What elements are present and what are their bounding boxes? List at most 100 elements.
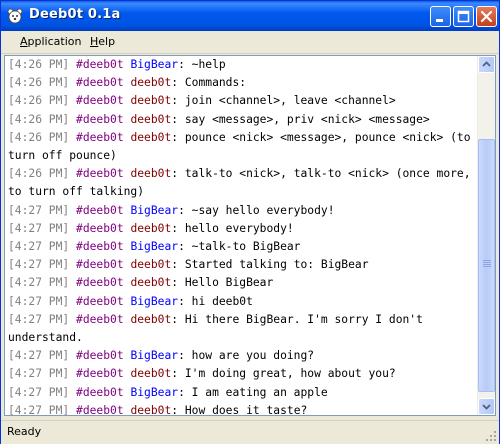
chat-timestamp: [4:26 PM] (8, 58, 70, 71)
chat-line: [4:26 PM] #deeb0t deeb0t: say <message>,… (8, 111, 476, 129)
chat-message: : say <message>, priv <nick> <message> (171, 112, 430, 126)
chat-message: : ~talk-to BigBear (178, 240, 301, 254)
chat-line: [4:26 PM] #deeb0t deeb0t: join <channel>… (8, 92, 476, 110)
chat-channel: #deeb0t (76, 167, 124, 181)
chat-message: : hello everybody! (171, 221, 294, 235)
chat-timestamp: [4:27 PM] (8, 258, 70, 272)
maximize-icon (457, 10, 470, 23)
chat-channel: #deeb0t (76, 221, 124, 235)
chat-log: [4:26 PM] #deeb0t BigBear: ~help [4:26 PM… (8, 56, 476, 416)
bear-face-icon (7, 8, 23, 24)
chat-nick: deeb0t (130, 112, 172, 126)
chat-timestamp: [4:26 PM] (8, 112, 70, 126)
chat-channel: #deeb0t (76, 76, 124, 90)
chat-nick: deeb0t (130, 258, 172, 272)
chat-nick: deeb0t (130, 167, 172, 181)
menu-help[interactable]: Help (90, 35, 115, 48)
chat-nick: BigBear (130, 240, 179, 254)
chat-channel: #deeb0t (76, 403, 124, 416)
status-bar: Ready (1, 420, 499, 444)
chat-line: [4:26 PM] #deeb0t deeb0t: pounce <nick> … (8, 129, 476, 165)
chat-line: [4:26 PM] #deeb0t deeb0t: talk-to <nick>… (8, 165, 476, 201)
chat-channel: #deeb0t (76, 58, 124, 71)
chat-message: : ~say hello everybody! (178, 203, 335, 217)
chat-nick: deeb0t (130, 276, 172, 290)
chat-nick: deeb0t (130, 76, 172, 90)
app-window: Deeb0t 0.1a Application Help [4:26 PM] #… (0, 0, 500, 444)
menu-application-label: pplication (27, 35, 82, 48)
chat-line: [4:27 PM] #deeb0t BigBear: ~talk-to BigB… (8, 238, 476, 256)
chat-line: [4:27 PM] #deeb0t deeb0t: How does it ta… (8, 402, 476, 416)
chat-nick: deeb0t (130, 403, 172, 416)
chat-channel: #deeb0t (76, 130, 124, 144)
status-text: Ready (7, 425, 42, 438)
scroll-down-button[interactable] (478, 398, 495, 415)
chat-channel: #deeb0t (76, 112, 124, 126)
menu-help-label: elp (98, 35, 116, 48)
chat-timestamp: [4:27 PM] (8, 312, 70, 326)
chat-line: [4:26 PM] #deeb0t deeb0t: Commands: (8, 74, 476, 92)
vertical-scrollbar[interactable] (477, 56, 495, 415)
chat-timestamp: [4:26 PM] (8, 76, 70, 90)
chat-line: [4:27 PM] #deeb0t deeb0t: Started talkin… (8, 256, 476, 274)
chat-channel: #deeb0t (76, 258, 124, 272)
chat-message: : Hi there BigBear. I'm sorry I don't un… (8, 312, 430, 345)
chat-line: [4:27 PM] #deeb0t deeb0t: Hello BigBear (8, 274, 476, 292)
chat-line: [4:27 PM] #deeb0t deeb0t: I'm doing grea… (8, 365, 476, 383)
chat-channel: #deeb0t (76, 312, 124, 326)
chat-nick: deeb0t (130, 312, 172, 326)
chat-timestamp: [4:26 PM] (8, 94, 70, 108)
chat-channel: #deeb0t (76, 94, 124, 108)
title-bar[interactable]: Deeb0t 0.1a (1, 1, 499, 31)
menu-bar: Application Help (1, 31, 499, 54)
resize-grip-icon[interactable] (485, 430, 497, 442)
chat-channel: #deeb0t (76, 367, 124, 381)
chat-nick: BigBear (130, 58, 179, 71)
chat-line: [4:26 PM] #deeb0t BigBear: ~help (8, 56, 476, 74)
chat-message: : hi deeb0t (178, 294, 253, 308)
chat-nick: BigBear (130, 385, 179, 399)
chat-channel: #deeb0t (76, 385, 124, 399)
chat-log-area[interactable]: [4:26 PM] #deeb0t BigBear: ~help [4:26 PM… (4, 55, 496, 416)
chat-line: [4:27 PM] #deeb0t deeb0t: Hi there BigBe… (8, 311, 476, 347)
scroll-thumb[interactable] (478, 139, 495, 392)
chat-line: [4:27 PM] #deeb0t BigBear: hi deeb0t (8, 293, 476, 311)
chat-nick: deeb0t (130, 94, 172, 108)
menu-application[interactable]: Application (20, 35, 81, 48)
chat-message: : Commands: (171, 76, 247, 90)
arrow-down-icon (482, 404, 491, 410)
chat-message: : I'm doing great, how about you? (171, 367, 396, 381)
chat-timestamp: [4:27 PM] (8, 203, 70, 217)
chat-line: [4:27 PM] #deeb0t BigBear: how are you d… (8, 347, 476, 365)
chat-timestamp: [4:27 PM] (8, 294, 70, 308)
chat-message: : I am eating an apple (178, 385, 328, 399)
chat-timestamp: [4:27 PM] (8, 403, 70, 416)
chat-message: : Hello BigBear (171, 276, 274, 290)
chat-message: : How does it taste? (171, 403, 308, 416)
chat-timestamp: [4:27 PM] (8, 385, 70, 399)
close-icon (480, 10, 493, 23)
minimize-icon (436, 19, 443, 22)
chat-nick: BigBear (130, 203, 179, 217)
chat-nick: BigBear (130, 349, 179, 363)
chat-channel: #deeb0t (76, 276, 124, 290)
close-button[interactable] (476, 6, 497, 27)
chat-channel: #deeb0t (76, 349, 124, 363)
chat-nick: deeb0t (130, 367, 172, 381)
chat-nick: BigBear (130, 294, 179, 308)
chat-timestamp: [4:27 PM] (8, 221, 70, 235)
maximize-button[interactable] (453, 6, 474, 27)
chat-nick: deeb0t (130, 221, 172, 235)
chat-message: : ~help (178, 58, 226, 71)
chat-line: [4:27 PM] #deeb0t BigBear: ~say hello ev… (8, 202, 476, 220)
scroll-up-button[interactable] (478, 56, 495, 73)
chat-line: [4:27 PM] #deeb0t BigBear: I am eating a… (8, 384, 476, 402)
arrow-up-icon (482, 61, 491, 67)
chat-timestamp: [4:27 PM] (8, 276, 70, 290)
chat-line: [4:27 PM] #deeb0t deeb0t: hello everybod… (8, 220, 476, 238)
minimize-button[interactable] (430, 6, 451, 27)
chat-timestamp: [4:26 PM] (8, 130, 70, 144)
chat-nick: deeb0t (130, 130, 172, 144)
chat-timestamp: [4:26 PM] (8, 167, 70, 181)
chat-channel: #deeb0t (76, 240, 124, 254)
